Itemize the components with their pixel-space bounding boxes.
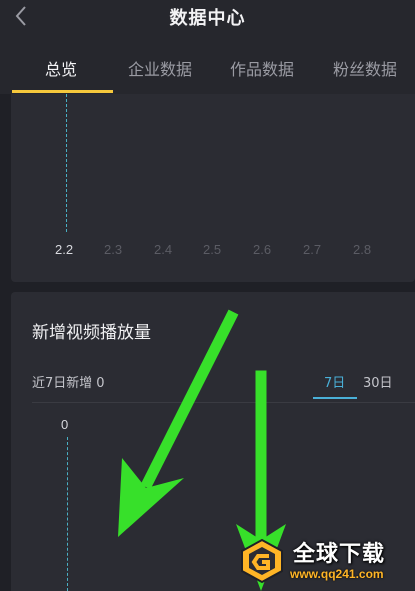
chart-value-label: 0 [61,417,69,432]
divider [32,402,415,403]
watermark-logo-icon [241,538,283,584]
header-bar: 数据中心 [0,0,415,38]
recent-increase-label: 近7日新增 [32,376,93,391]
range-30-days-tab[interactable]: 30日 [363,372,393,391]
active-tab-indicator [12,90,113,93]
x-tick-label[interactable]: 2.6 [253,242,271,257]
x-tick-label[interactable]: 2.8 [353,242,371,257]
page-title: 数据中心 [169,8,246,29]
tab-enterprise-data[interactable]: 企业数据 [128,56,192,80]
tab-bar: 总览 企业数据 作品数据 粉丝数据 [0,38,415,94]
card-title: 新增视频播放量 [32,323,151,343]
x-tick-label[interactable]: 2.4 [154,242,172,257]
x-tick-label[interactable]: 2.2 [55,242,73,257]
chart-cursor-line [67,437,68,591]
tab-fans-data[interactable]: 粉丝数据 [333,56,397,80]
x-tick-label[interactable]: 2.7 [303,242,321,257]
active-range-indicator [313,397,357,399]
chart-cursor-line [66,94,67,232]
tab-works-data[interactable]: 作品数据 [230,56,294,80]
recent-increase-value: 0 [96,376,105,391]
watermark-url: www.qq241.com [290,567,384,581]
recent-increase-summary: 近7日新增 0 [32,372,105,391]
x-tick-label[interactable]: 2.5 [203,242,221,257]
range-7-days-tab[interactable]: 7日 [324,372,345,391]
watermark: 全球下载 www.qq241.com [238,536,410,586]
overview-chart-card: 2.2 2.3 2.4 2.5 2.6 2.7 2.8 [11,94,415,282]
x-tick-label[interactable]: 2.3 [104,242,122,257]
watermark-title: 全球下载 [293,542,386,567]
data-center-screen: 数据中心 总览 企业数据 作品数据 粉丝数据 2.2 2.3 2.4 2.5 2… [0,0,415,591]
tab-overview[interactable]: 总览 [45,56,77,80]
